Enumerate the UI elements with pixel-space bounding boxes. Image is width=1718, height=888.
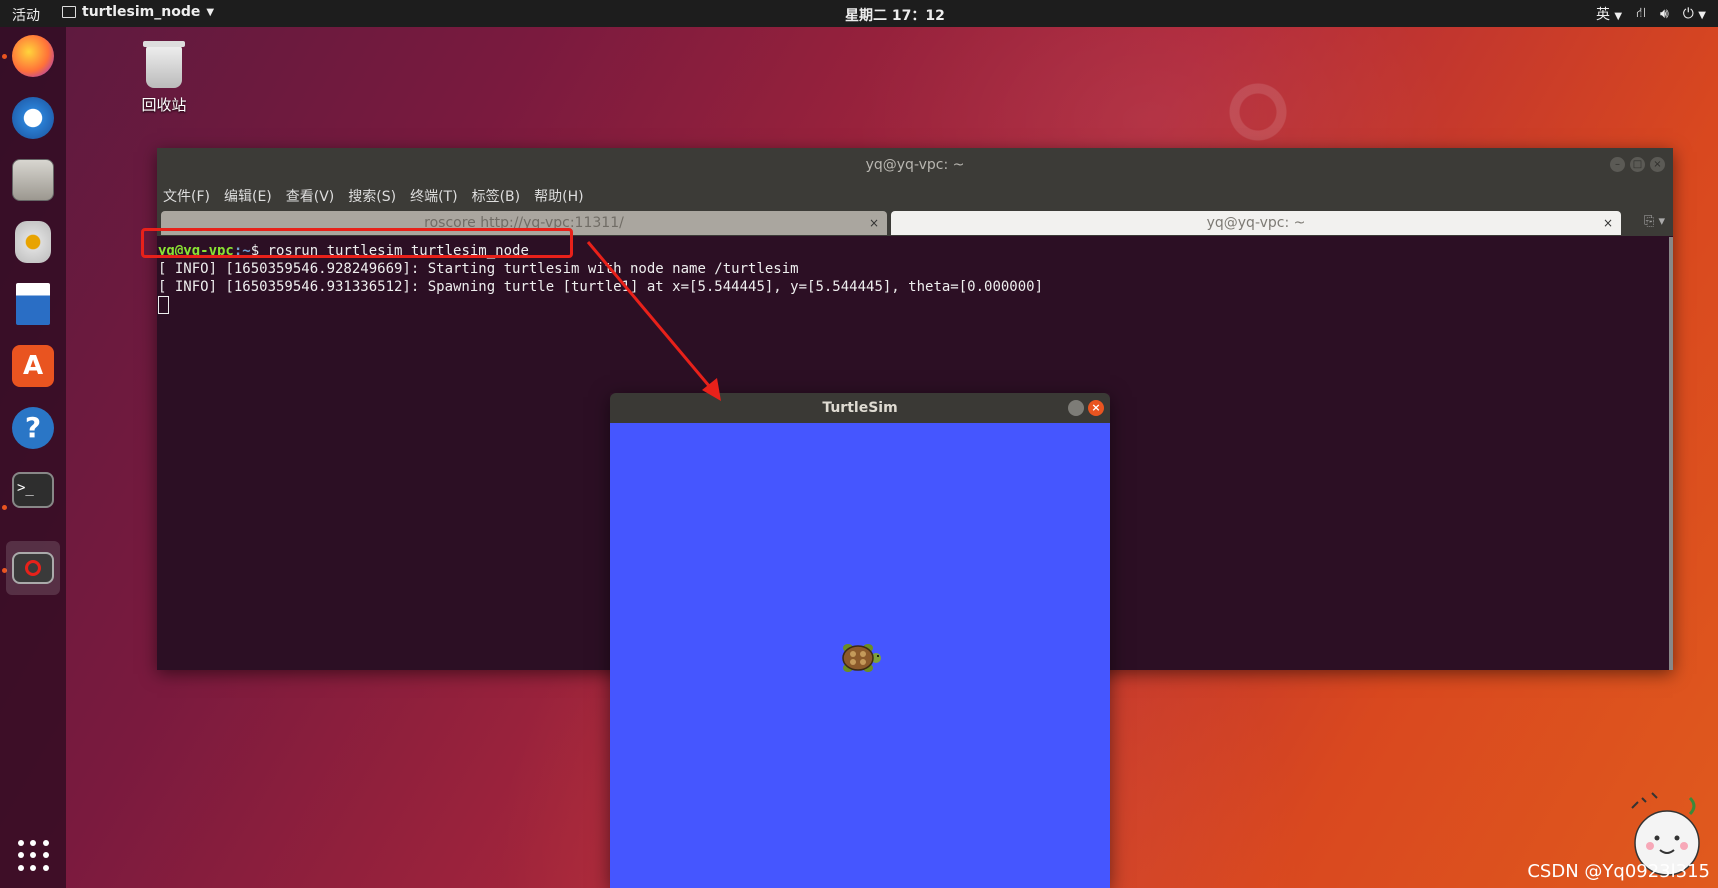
chevron-down-icon: ▼ xyxy=(206,6,215,18)
menu-terminal[interactable]: 终端(T) xyxy=(410,186,457,206)
chevron-down-icon: ▼ xyxy=(1614,11,1623,22)
terminal-menubar: 文件(F) 编辑(E) 查看(V) 搜索(S) 终端(T) 标签(B) 帮助(H… xyxy=(157,182,1673,210)
turtlesim-canvas[interactable] xyxy=(610,423,1110,888)
close-tab-icon[interactable]: × xyxy=(1603,211,1613,235)
app-menu[interactable]: turtlesim_node ▼ xyxy=(62,4,214,20)
turtle-icon xyxy=(842,644,881,672)
system-tray: 英 ▼ ⛙ 🔊︎ ⏻ ▼ xyxy=(1596,4,1706,24)
tab-shell[interactable]: yq@yq-vpc: ~ × xyxy=(891,211,1621,235)
show-applications-icon[interactable] xyxy=(18,840,50,872)
power-icon[interactable]: ⏻ ▼ xyxy=(1683,6,1706,22)
files-icon xyxy=(12,159,54,201)
unknown-app-icon xyxy=(12,552,54,584)
close-button[interactable]: × xyxy=(1650,157,1665,172)
writer-icon xyxy=(16,283,50,325)
close-button[interactable]: × xyxy=(1088,400,1104,416)
app-menu-label: turtlesim_node xyxy=(82,4,201,20)
window-controls: × xyxy=(1068,400,1104,416)
activities-button[interactable]: 活动 xyxy=(12,5,40,25)
terminal-title: yq@yq-vpc: ~ xyxy=(865,157,965,173)
dock-item-thunderbird[interactable] xyxy=(6,91,60,145)
dock-item-help[interactable]: ? xyxy=(6,401,60,455)
annotation-arrow xyxy=(586,241,721,401)
help-icon: ? xyxy=(12,407,54,449)
menu-edit[interactable]: 编辑(E) xyxy=(224,186,272,206)
terminal-icon: >_ xyxy=(12,472,54,508)
text-cursor xyxy=(158,296,169,314)
dock-item-turtlesim[interactable] xyxy=(6,541,60,595)
dock-item-files[interactable] xyxy=(6,153,60,207)
firefox-icon xyxy=(12,35,54,77)
menu-search[interactable]: 搜索(S) xyxy=(348,186,396,206)
menu-file[interactable]: 文件(F) xyxy=(163,186,210,206)
desktop-trash[interactable]: 回收站 xyxy=(108,41,220,115)
dock-item-writer[interactable] xyxy=(6,277,60,331)
tab-label: yq@yq-vpc: ~ xyxy=(1206,215,1306,231)
turtlesim-window: TurtleSim × xyxy=(610,393,1110,888)
window-controls: – □ × xyxy=(1610,157,1665,172)
rhythmbox-icon xyxy=(15,221,51,263)
input-method-indicator[interactable]: 英 ▼ xyxy=(1596,4,1622,24)
maximize-button[interactable]: □ xyxy=(1630,157,1645,172)
minimize-button[interactable]: – xyxy=(1610,157,1625,172)
thunderbird-icon xyxy=(12,97,54,139)
clock[interactable]: 星期二 17：12 xyxy=(845,5,945,25)
minimize-button[interactable] xyxy=(1068,400,1084,416)
menu-tabs[interactable]: 标签(B) xyxy=(472,186,521,206)
turtlesim-title: TurtleSim xyxy=(822,400,898,416)
menu-help[interactable]: 帮助(H) xyxy=(534,186,583,206)
new-tab-icon[interactable]: ⎘ ▾ xyxy=(1644,214,1665,229)
terminal-titlebar[interactable]: yq@yq-vpc: ~ – □ × xyxy=(157,148,1673,182)
trash-label: 回收站 xyxy=(141,96,187,114)
dock-item-software[interactable]: A xyxy=(6,339,60,393)
dock-item-terminal[interactable]: >_ xyxy=(6,463,60,517)
watermark: CSDN @Yq0923l315 xyxy=(1527,861,1710,882)
app-window-icon xyxy=(62,6,76,18)
close-tab-icon[interactable]: × xyxy=(869,211,879,235)
menu-view[interactable]: 查看(V) xyxy=(286,186,335,206)
top-bar: 活动 turtlesim_node ▼ 星期二 17：12 英 ▼ ⛙ 🔊︎ ⏻… xyxy=(0,0,1718,27)
network-icon[interactable]: ⛙ xyxy=(1636,5,1646,23)
terminal-scrollbar[interactable] xyxy=(1669,237,1673,670)
software-center-icon: A xyxy=(12,345,54,387)
volume-icon[interactable]: 🔊︎ xyxy=(1660,6,1669,22)
trash-icon xyxy=(143,41,185,88)
dock-item-firefox[interactable] xyxy=(6,29,60,83)
dock: A ? >_ xyxy=(0,27,66,888)
dock-item-rhythmbox[interactable] xyxy=(6,215,60,269)
annotation-highlight-box xyxy=(141,228,573,258)
